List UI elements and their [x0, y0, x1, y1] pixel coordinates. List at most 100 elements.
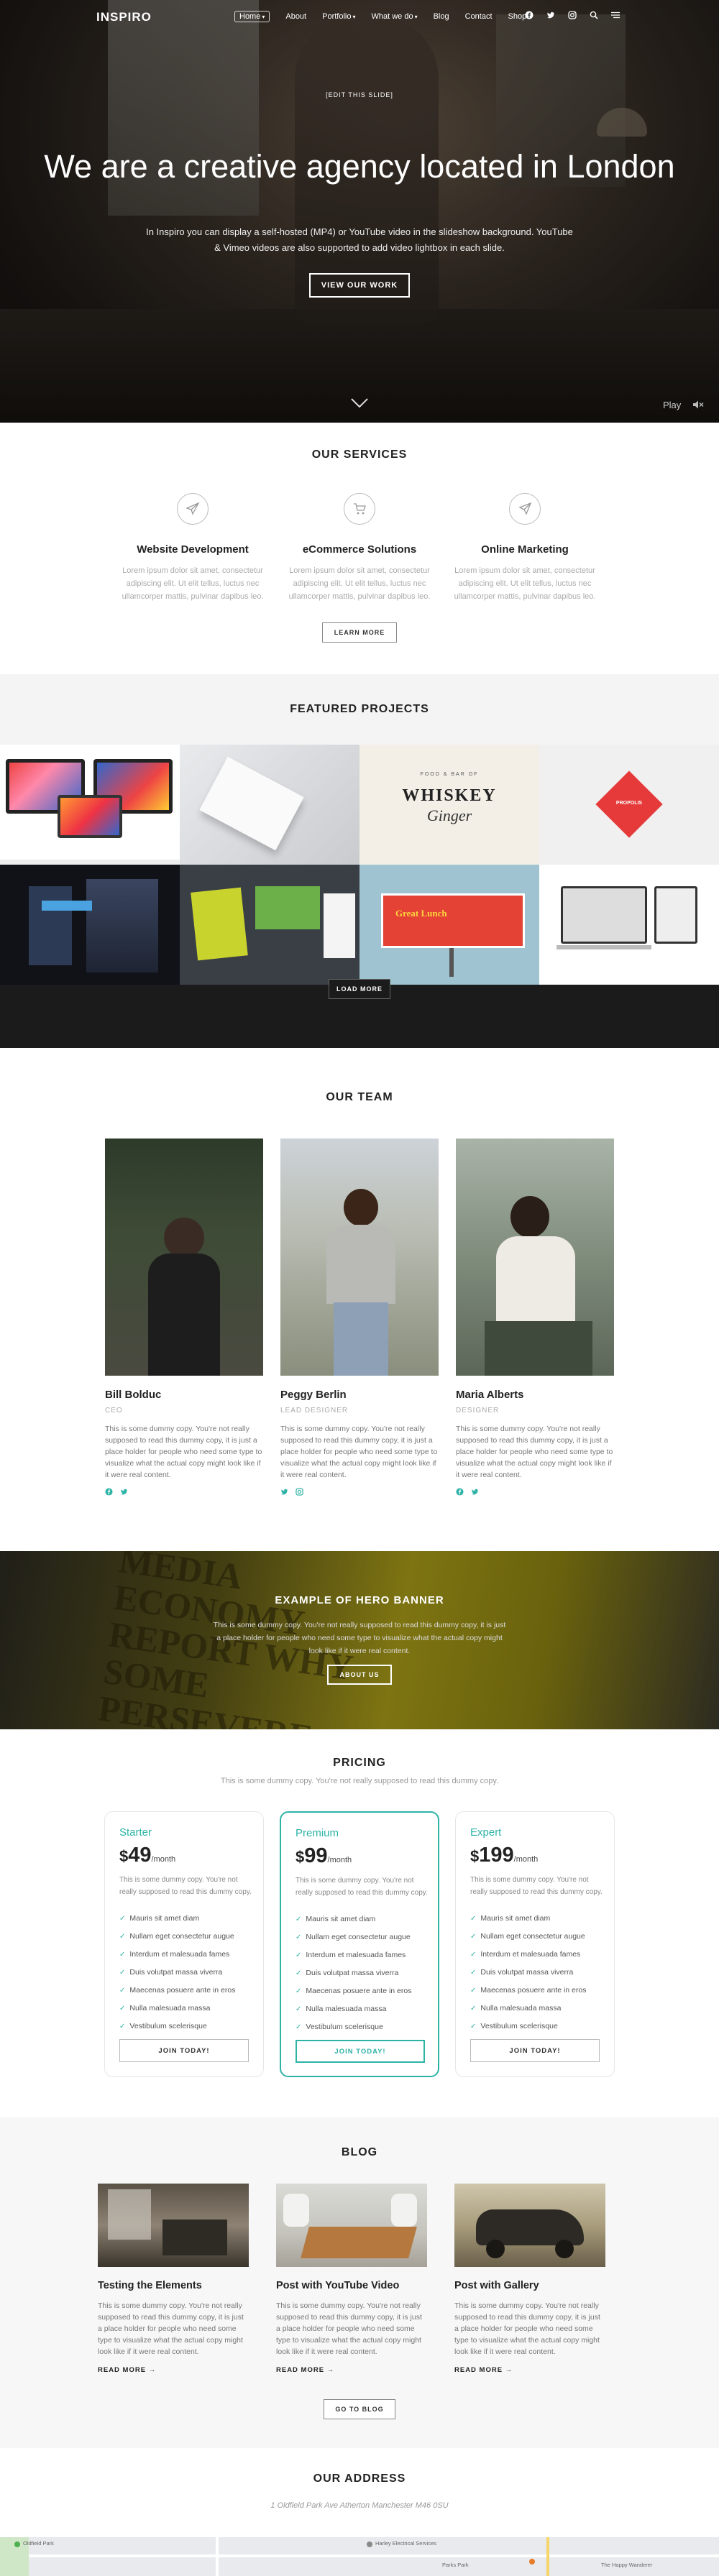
- plan-name: Starter: [119, 1826, 152, 1839]
- post-title[interactable]: Post with Gallery: [454, 2280, 605, 2291]
- feature-label: Mauris sit amet diam: [480, 1914, 551, 1923]
- services-title: OUR SERVICES: [311, 448, 408, 461]
- view-our-work-button[interactable]: VIEW OUR WORK: [309, 273, 410, 298]
- post-thumbnail[interactable]: [454, 2184, 605, 2267]
- nav-item-shop[interactable]: Shop: [508, 12, 527, 22]
- service-title: Website Development: [137, 543, 249, 556]
- post-thumb-table: [162, 2220, 227, 2255]
- read-more-link[interactable]: READ MORE →: [276, 2366, 427, 2374]
- member-photo-body: [326, 1225, 395, 1304]
- check-icon: ✓: [119, 1969, 126, 1977]
- volume-mute-icon[interactable]: [692, 400, 704, 410]
- instagram-icon[interactable]: [568, 11, 577, 19]
- feature-item: ✓ Interdum et malesuada fames: [296, 1946, 411, 1964]
- feature-label: Mauris sit amet diam: [306, 1915, 376, 1923]
- post-thumb-window: [108, 2189, 151, 2240]
- member-name: Maria Alberts: [456, 1389, 524, 1401]
- nav-item-blog[interactable]: Blog: [434, 12, 449, 22]
- services-section: OUR SERVICES Website Development Lorem i…: [0, 423, 719, 674]
- join-today-button[interactable]: JOIN TODAY!: [119, 2039, 249, 2062]
- menu: Home ▾ About Portfolio ▾ What we do ▾ Blog …: [234, 11, 542, 22]
- banner-title: EXAMPLE OF HERO BANNER: [275, 1594, 444, 1606]
- twitter-icon[interactable]: [120, 1488, 128, 1496]
- check-icon: ✓: [470, 1987, 477, 1995]
- site-logo[interactable]: INSPIRO: [96, 10, 152, 24]
- page: INSPIRO Home ▾ About Portfolio ▾ What we d…: [0, 0, 719, 2576]
- member-bio: This is some dummy copy. You're not real…: [105, 1425, 262, 1479]
- twitter-icon[interactable]: [546, 11, 555, 19]
- hamburger-menu-icon[interactable]: [611, 11, 620, 19]
- post-title[interactable]: Testing the Elements: [98, 2280, 249, 2291]
- paper-plane-icon: [177, 493, 209, 525]
- twitter-icon[interactable]: [471, 1488, 479, 1496]
- pricing-section: PRICING This is some dummy copy. You're …: [0, 1729, 719, 2117]
- nav-item-contact[interactable]: Contact: [465, 12, 493, 22]
- plan-price: $49/month: [119, 1844, 175, 1867]
- service-text: Lorem ipsum dolor sit amet, consectetur …: [122, 566, 264, 601]
- service-title: eCommerce Solutions: [302, 543, 417, 556]
- chevron-down-icon[interactable]: [351, 398, 368, 408]
- nav-item-home[interactable]: Home ▾: [234, 11, 270, 22]
- join-today-button[interactable]: JOIN TODAY!: [470, 2039, 600, 2062]
- project-tile[interactable]: [0, 745, 180, 865]
- service-title: Online Marketing: [481, 543, 569, 556]
- project-diamond-label: PROPOLIS: [615, 801, 643, 806]
- read-more-link[interactable]: READ MORE →: [454, 2366, 605, 2374]
- project-tile[interactable]: Great Lunch: [360, 865, 539, 985]
- about-us-button[interactable]: ABOUT US: [327, 1665, 392, 1685]
- nav-item-portfolio[interactable]: Portfolio ▾: [322, 12, 355, 22]
- twitter-icon[interactable]: [280, 1488, 288, 1496]
- project-tile[interactable]: [180, 865, 360, 985]
- service-ecommerce-solutions: eCommerce Solutions Lorem ipsum dolor si…: [280, 493, 439, 603]
- instagram-icon[interactable]: [296, 1488, 303, 1496]
- project-tile[interactable]: [539, 865, 719, 985]
- check-icon: ✓: [470, 2005, 477, 2012]
- member-social: [105, 1488, 263, 1496]
- video-play-button[interactable]: Play: [663, 400, 681, 410]
- chevron-down-icon: ▾: [414, 14, 418, 20]
- check-icon: ✓: [296, 2005, 302, 2013]
- read-more-link[interactable]: READ MORE →: [98, 2366, 249, 2374]
- pricing-plan-premium: Premium $99/month This is some dummy cop…: [280, 1811, 439, 2077]
- post-thumbnail[interactable]: [276, 2184, 427, 2267]
- facebook-icon[interactable]: [525, 11, 533, 19]
- chevron-down-icon: ▾: [352, 14, 356, 20]
- plan-period: /month: [327, 1856, 352, 1864]
- feature-item: ✓ Mauris sit amet diam: [296, 1910, 411, 1928]
- search-icon[interactable]: [590, 11, 598, 19]
- facebook-icon[interactable]: [456, 1488, 464, 1496]
- member-role: DESIGNER: [456, 1407, 500, 1414]
- member-social: [280, 1488, 439, 1496]
- nav-item-about[interactable]: About: [285, 12, 306, 22]
- feature-label: Nulla malesuada massa: [480, 2004, 562, 2012]
- load-more-button[interactable]: LOAD MORE: [329, 979, 390, 999]
- project-tile[interactable]: [180, 745, 360, 865]
- post-thumbnail[interactable]: [98, 2184, 249, 2267]
- project-tile[interactable]: [0, 865, 180, 985]
- feature-item: ✓ Mauris sit amet diam: [119, 1910, 235, 1928]
- check-icon: ✓: [119, 1987, 126, 1995]
- go-to-blog-button[interactable]: GO TO BLOG: [324, 2399, 395, 2419]
- feature-label: Vestibulum scelerisque: [129, 2022, 207, 2030]
- team-member: Peggy Berlin LEAD DESIGNER This is some …: [280, 1138, 439, 1496]
- map[interactable]: Oldfield Park Harley Electrical Services…: [0, 2537, 719, 2576]
- project-tile[interactable]: PROPOLIS: [539, 745, 719, 865]
- post-title[interactable]: Post with YouTube Video: [276, 2280, 427, 2291]
- map-label: Oldfield Park: [23, 2540, 54, 2547]
- map-label: The Happy Wanderer: [601, 2562, 653, 2568]
- project-billboard: [381, 893, 525, 948]
- learn-more-button[interactable]: LEARN MORE: [322, 622, 397, 643]
- check-icon: ✓: [296, 1951, 302, 1959]
- feature-label: Interdum et malesuada fames: [306, 1951, 406, 1959]
- facebook-icon[interactable]: [105, 1488, 113, 1496]
- project-green-card: [255, 886, 320, 929]
- member-name: Bill Bolduc: [105, 1389, 162, 1401]
- project-whiskey-title: WHISKEY: [402, 786, 497, 805]
- nav-item-what-we-do[interactable]: What we do ▾: [371, 12, 417, 22]
- project-billboard-text: Great Lunch: [395, 908, 447, 919]
- feature-label: Nullam eget consectetur augue: [129, 1932, 234, 1941]
- project-tile[interactable]: FOOD & BAR OF WHISKEY Ginger: [360, 745, 539, 865]
- feature-label: Maecenas posuere ante in eros: [480, 1986, 587, 1995]
- project-caption-bar: [0, 860, 180, 865]
- join-today-button[interactable]: JOIN TODAY!: [296, 2040, 425, 2063]
